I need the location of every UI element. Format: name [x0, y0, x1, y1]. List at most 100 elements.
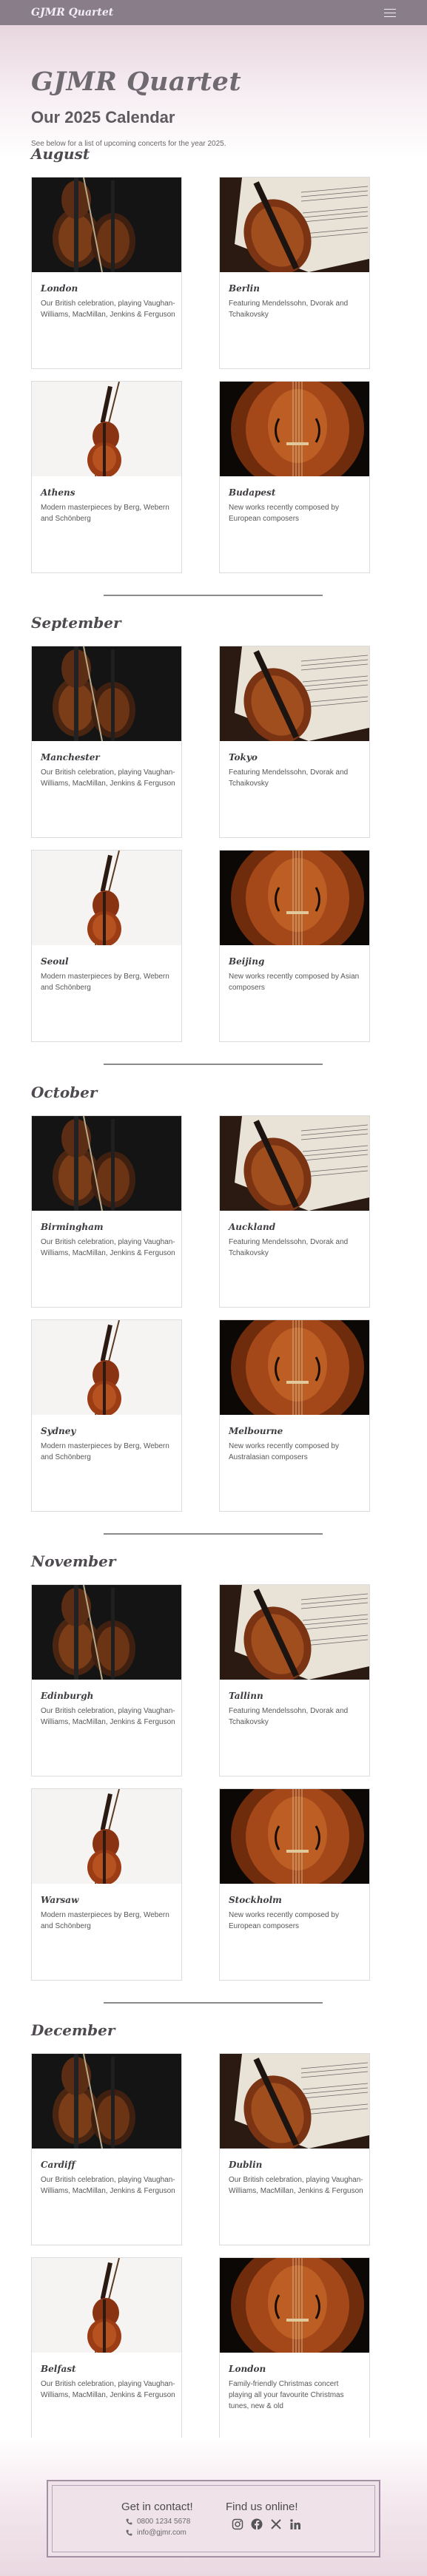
event-description: New works recently composed by European …: [229, 504, 339, 523]
section-divider: [104, 2002, 323, 2004]
month-heading: December: [31, 2021, 115, 2039]
event-card[interactable]: Tallinn Featuring Mendelssohn, Dvorak and…: [219, 1584, 370, 1777]
event-image: [220, 2258, 369, 2353]
event-description: Our British celebration, playing Vaughan…: [41, 768, 175, 788]
event-image: [32, 1585, 181, 1680]
event-card[interactable]: Berlin Featuring Mendelssohn, Dvorak and …: [219, 177, 370, 369]
event-city: Athens: [41, 487, 75, 498]
event-description: New works recently composed by Australas…: [229, 1442, 339, 1461]
event-card[interactable]: Beijing New works recently composed by As…: [219, 850, 370, 1042]
online-heading: Find us online!: [226, 2501, 298, 2513]
footer-inner-border: [52, 2485, 375, 2552]
event-city: London: [41, 283, 78, 294]
event-city: Melbourne: [229, 1426, 283, 1436]
event-card[interactable]: Tokyo Featuring Mendelssohn, Dvorak and T…: [219, 646, 370, 838]
event-card[interactable]: Athens Modern masterpieces by Berg, Weber…: [31, 381, 182, 573]
event-card[interactable]: Stockholm New works recently composed by …: [219, 1788, 370, 1981]
event-image: [220, 1320, 369, 1415]
event-city: Beijing: [229, 956, 265, 967]
event-image: [220, 178, 369, 272]
social-links: [232, 2518, 301, 2530]
event-image: [220, 646, 369, 741]
month-heading: September: [31, 614, 121, 632]
event-card[interactable]: Cardiff Our British celebration, playing …: [31, 2053, 182, 2245]
month-section: October Birmingham Our British celebration…: [0, 1084, 427, 1542]
month-heading: November: [31, 1552, 116, 1570]
email-address[interactable]: info@gjmr.com: [137, 2529, 186, 2537]
event-card[interactable]: Seoul Modern masterpieces by Berg, Webern…: [31, 850, 182, 1042]
event-card[interactable]: Auckland Featuring Mendelssohn, Dvorak an…: [219, 1115, 370, 1308]
event-description: Modern masterpieces by Berg, Webern and …: [41, 504, 169, 523]
event-card[interactable]: London Family-friendly Christmas concert …: [219, 2257, 370, 2450]
page-subtitle: Our 2025 Calendar: [31, 108, 175, 126]
event-card[interactable]: Warsaw Modern masterpieces by Berg, Weber…: [31, 1788, 182, 1981]
instagram-icon[interactable]: [232, 2518, 243, 2530]
month-section: August London Our British celebration, pla…: [0, 145, 427, 604]
event-image: [32, 178, 181, 272]
event-card[interactable]: Belfast Our British celebration, playing …: [31, 2257, 182, 2450]
event-image: [32, 2054, 181, 2149]
event-card[interactable]: Sydney Modern masterpieces by Berg, Weber…: [31, 1319, 182, 1512]
event-description: Modern masterpieces by Berg, Webern and …: [41, 1442, 169, 1461]
event-description: Featuring Mendelssohn, Dvorak and Tchaik…: [229, 1707, 349, 1726]
event-image: [32, 646, 181, 741]
event-image: [32, 1789, 181, 1884]
email-row[interactable]: info@gjmr.com: [126, 2529, 186, 2537]
event-city: Sydney: [41, 1426, 76, 1436]
event-description: Featuring Mendelssohn, Dvorak and Tchaik…: [229, 300, 349, 319]
event-card[interactable]: Manchester Our British celebration, playi…: [31, 646, 182, 838]
linkedin-icon[interactable]: [289, 2518, 301, 2530]
navbar: GJMR Quartet: [0, 0, 427, 25]
event-card[interactable]: Dublin Our British celebration, playing V…: [219, 2053, 370, 2245]
event-description: Our British celebration, playing Vaughan…: [41, 1238, 175, 1257]
event-image: [220, 1585, 369, 1680]
hamburger-icon[interactable]: [384, 8, 396, 17]
event-city: Tallinn: [229, 1691, 263, 1701]
month-heading: October: [31, 1084, 98, 1101]
event-city: Cardiff: [41, 2160, 75, 2170]
phone-icon: [126, 2518, 132, 2525]
event-city: Budapest: [229, 487, 276, 498]
page-header: GJMR Quartet Our 2025 Calendar See below…: [0, 25, 427, 158]
event-card[interactable]: London Our British celebration, playing V…: [31, 177, 182, 369]
event-city: Birmingham: [41, 1222, 104, 1232]
event-description: Family-friendly Christmas concert playin…: [229, 2380, 344, 2410]
page-title: GJMR Quartet: [31, 67, 242, 97]
month-section: December Cardiff Our British celebration, …: [0, 2021, 427, 2480]
event-image: [220, 851, 369, 945]
event-card[interactable]: Birmingham Our British celebration, playi…: [31, 1115, 182, 1308]
event-city: Tokyo: [229, 752, 258, 763]
event-card[interactable]: Budapest New works recently composed by E…: [219, 381, 370, 573]
contact-heading: Get in contact!: [121, 2501, 193, 2513]
month-section: November Edinburgh Our British celebration…: [0, 1552, 427, 2011]
event-city: Stockholm: [229, 1895, 282, 1905]
event-image: [32, 1320, 181, 1415]
event-city: Auckland: [229, 1222, 276, 1232]
event-image: [220, 2054, 369, 2149]
email-icon: [126, 2529, 132, 2536]
event-city: Seoul: [41, 956, 69, 967]
event-image: [32, 382, 181, 476]
event-card[interactable]: Melbourne New works recently composed by …: [219, 1319, 370, 1512]
nav-brand[interactable]: GJMR Quartet: [31, 7, 113, 18]
event-city: Belfast: [41, 2364, 76, 2374]
section-divider: [104, 1533, 323, 1535]
event-city: Dublin: [229, 2160, 263, 2170]
phone-number[interactable]: 0800 1234 5678: [137, 2518, 190, 2526]
event-city: Edinburgh: [41, 1691, 94, 1701]
event-city: London: [229, 2364, 266, 2374]
event-city: Warsaw: [41, 1895, 79, 1905]
event-image: [220, 382, 369, 476]
facebook-icon[interactable]: [251, 2518, 263, 2530]
event-description: Modern masterpieces by Berg, Webern and …: [41, 973, 169, 992]
event-description: Featuring Mendelssohn, Dvorak and Tchaik…: [229, 1238, 349, 1257]
event-description: Our British celebration, playing Vaughan…: [41, 300, 175, 319]
event-description: New works recently composed by European …: [229, 1911, 339, 1930]
month-heading: August: [31, 145, 90, 163]
event-image: [220, 1116, 369, 1211]
x-icon[interactable]: [270, 2518, 282, 2530]
event-card[interactable]: Edinburgh Our British celebration, playin…: [31, 1584, 182, 1777]
event-image: [32, 1116, 181, 1211]
month-section: September Manchester Our British celebrati…: [0, 614, 427, 1072]
phone-row[interactable]: 0800 1234 5678: [126, 2518, 190, 2526]
